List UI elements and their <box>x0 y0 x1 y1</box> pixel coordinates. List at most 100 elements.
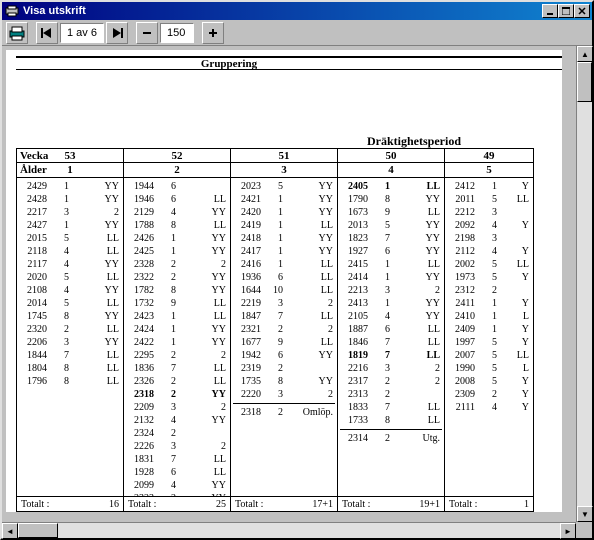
data-row: 232822 <box>126 258 228 271</box>
data-row: 19426YY <box>233 349 335 362</box>
data-row: 24101L <box>447 310 531 323</box>
nav-next-button[interactable] <box>106 22 128 44</box>
data-row: 221732 <box>19 206 121 219</box>
age-number: 3 <box>231 163 337 177</box>
column-footer: Totalt :16 <box>17 496 123 512</box>
week-number: 49 <box>445 149 533 163</box>
column-footer: Totalt :17+1 <box>231 496 337 512</box>
column-body: 20235YY24211YY24201YY24191LL24181YY24171… <box>231 178 337 496</box>
data-row: 21324YY <box>126 414 228 427</box>
data-row: 164410LL <box>233 284 335 297</box>
data-row: 220932 <box>126 401 228 414</box>
column-49: 49524121Y20115LL2212320924Y2198321124Y20… <box>444 148 534 512</box>
column-51: 51320235YY24211YY24201YY24191LL24181YY24… <box>230 148 338 512</box>
data-row: 20075LL <box>447 349 531 362</box>
zoom-out-button[interactable] <box>136 22 158 44</box>
data-row: 24291YY <box>19 180 121 193</box>
maximize-button[interactable] <box>558 4 574 18</box>
close-button[interactable] <box>574 4 590 18</box>
week-number: 52 <box>124 149 230 163</box>
data-row-extra: 23142Utg. <box>340 432 442 445</box>
data-row: 23262LL <box>126 375 228 388</box>
data-row: 24111Y <box>447 297 531 310</box>
data-row: 18367LL <box>126 362 228 375</box>
data-row: 19366LL <box>233 271 335 284</box>
row-header-labels: Vecka Ålder <box>16 148 48 176</box>
data-row: 222632 <box>126 440 228 453</box>
data-row: 23202LL <box>19 323 121 336</box>
scroll-track-h[interactable] <box>18 523 560 538</box>
data-row: 18477LL <box>233 310 335 323</box>
data-row-extra: 23182Omlöp. <box>233 406 335 419</box>
scroll-down-button[interactable]: ▼ <box>577 506 593 522</box>
data-row: 24121Y <box>447 180 531 193</box>
data-row: 17828YY <box>126 284 228 297</box>
age-number: 5 <box>445 163 533 177</box>
data-row: 24251YY <box>126 245 228 258</box>
data-row: 17329LL <box>126 297 228 310</box>
data-row: 21294YY <box>126 206 228 219</box>
column-body: 1944619466LL21294YY17888LL24261YY24251YY… <box>124 178 230 496</box>
data-row: 24221YY <box>126 336 228 349</box>
data-row: 21983 <box>447 232 531 245</box>
data-row: 18048LL <box>19 362 121 375</box>
data-row: 23132 <box>340 388 442 401</box>
data-row: 17458YY <box>19 310 121 323</box>
data-row: 18876LL <box>340 323 442 336</box>
scroll-thumb-h[interactable] <box>18 523 58 538</box>
data-row: 24281YY <box>19 193 121 206</box>
minimize-button[interactable] <box>542 4 558 18</box>
separator <box>340 429 442 430</box>
data-row: 23192 <box>233 362 335 375</box>
data-row: 17968LL <box>19 375 121 388</box>
period-label: Dräktighetsperiod <box>6 134 562 149</box>
data-row: 24201YY <box>233 206 335 219</box>
zoom-value[interactable]: 150 <box>160 23 194 43</box>
data-row: 23182YY <box>126 388 228 401</box>
nav-first-button[interactable] <box>36 22 58 44</box>
data-row: 20235YY <box>233 180 335 193</box>
column-50: 50424051LL17908YY16739LL20135YY18237YY19… <box>337 148 445 512</box>
data-row: 20145LL <box>19 297 121 310</box>
report-page: Gruppering Dräktighetsperiod 53124291YY2… <box>6 50 562 512</box>
data-row: 22123 <box>447 206 531 219</box>
data-row: 20135YY <box>340 219 442 232</box>
horizontal-scrollbar[interactable]: ◄ ► <box>2 522 576 538</box>
data-row: 221632 <box>340 362 442 375</box>
scroll-right-button[interactable]: ► <box>560 523 576 539</box>
data-row: 21184LL <box>19 245 121 258</box>
data-row: 21084YY <box>19 284 121 297</box>
report-table: 53124291YY24281YY22173224271YY20155LL211… <box>16 148 562 512</box>
scroll-left-button[interactable]: ◄ <box>2 523 18 539</box>
data-row: 18317LL <box>126 453 228 466</box>
data-row: 18467LL <box>340 336 442 349</box>
data-row: 19276YY <box>340 245 442 258</box>
age-number: 2 <box>124 163 230 177</box>
data-row: 24231LL <box>126 310 228 323</box>
data-row: 21114Y <box>447 401 531 414</box>
data-row: 23242 <box>126 427 228 440</box>
data-row: 24181YY <box>233 232 335 245</box>
scroll-track-v[interactable] <box>577 62 592 506</box>
data-row: 24161LL <box>233 258 335 271</box>
vertical-scrollbar[interactable]: ▲ ▼ <box>576 46 592 522</box>
print-button[interactable] <box>6 22 28 44</box>
data-row: 21054YY <box>340 310 442 323</box>
data-row: 20025LL <box>447 258 531 271</box>
data-row: 17358YY <box>233 375 335 388</box>
scroll-up-button[interactable]: ▲ <box>577 46 593 62</box>
data-row: 17338LL <box>340 414 442 427</box>
column-header: 495 <box>445 148 533 178</box>
scroll-thumb-v[interactable] <box>577 62 592 102</box>
content-area: Gruppering Dräktighetsperiod 53124291YY2… <box>2 46 592 522</box>
data-row: 21124Y <box>447 245 531 258</box>
column-header: 522 <box>124 148 230 178</box>
column-footer: Totalt :25 <box>124 496 230 512</box>
window: Visa utskrift 1 av 6 150 Gruppering Dräk… <box>0 0 594 540</box>
data-row: 221932 <box>233 297 335 310</box>
zoom-in-button[interactable] <box>202 22 224 44</box>
titlebar: Visa utskrift <box>2 2 592 20</box>
data-row: 20115LL <box>447 193 531 206</box>
data-row: 24141YY <box>340 271 442 284</box>
data-row: 20155LL <box>19 232 121 245</box>
